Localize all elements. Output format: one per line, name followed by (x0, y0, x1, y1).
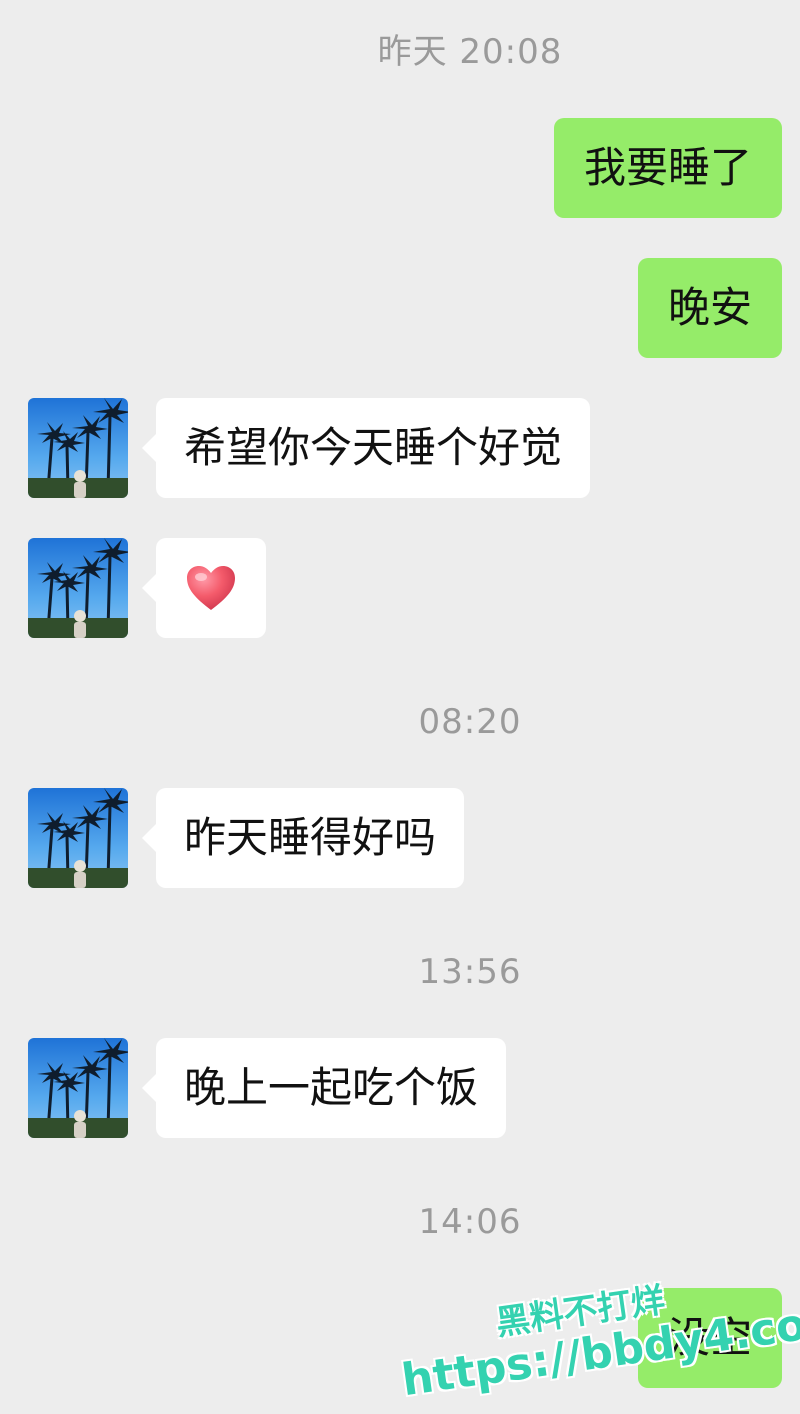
chat-conversation: 昨天 20:08 我要睡了 晚安 希望你今天睡个好觉 08:20 昨天睡得好吗 … (0, 0, 800, 1414)
timestamp: 昨天 20:08 (377, 32, 563, 72)
timestamp: 08:20 (418, 702, 522, 742)
message-row-incoming: 昨天睡得好吗 (0, 788, 800, 888)
incoming-message-bubble[interactable]: 晚上一起吃个饭 (141, 1038, 507, 1138)
contact-avatar[interactable] (28, 538, 128, 638)
contact-avatar[interactable] (28, 788, 128, 888)
heart-emoji-icon (187, 566, 235, 610)
outgoing-message-bubble[interactable]: 我要睡了 (553, 118, 782, 218)
incoming-message-bubble[interactable]: 昨天睡得好吗 (141, 788, 465, 888)
timestamp: 13:56 (418, 952, 522, 992)
palm-tree-avatar-icon (28, 398, 128, 498)
palm-tree-avatar-icon (28, 1038, 128, 1138)
message-row-outgoing: 没空 (0, 1288, 800, 1388)
timestamp: 14:06 (418, 1202, 522, 1242)
palm-tree-avatar-icon (28, 788, 128, 888)
palm-tree-avatar-icon (28, 538, 128, 638)
incoming-message-bubble[interactable]: 希望你今天睡个好觉 (141, 398, 591, 498)
outgoing-message-bubble[interactable]: 晚安 (637, 258, 782, 358)
message-row-outgoing: 我要睡了 (0, 118, 800, 218)
contact-avatar[interactable] (28, 398, 128, 498)
incoming-message-bubble[interactable] (142, 538, 266, 638)
heart-emoji-wrapper (156, 538, 266, 638)
outgoing-message-bubble[interactable]: 没空 (637, 1288, 782, 1388)
message-row-outgoing: 晚安 (0, 258, 800, 358)
contact-avatar[interactable] (28, 1038, 128, 1138)
message-row-incoming: 希望你今天睡个好觉 (0, 398, 800, 498)
message-row-incoming: 晚上一起吃个饭 (0, 1038, 800, 1138)
message-row-incoming (0, 538, 800, 638)
